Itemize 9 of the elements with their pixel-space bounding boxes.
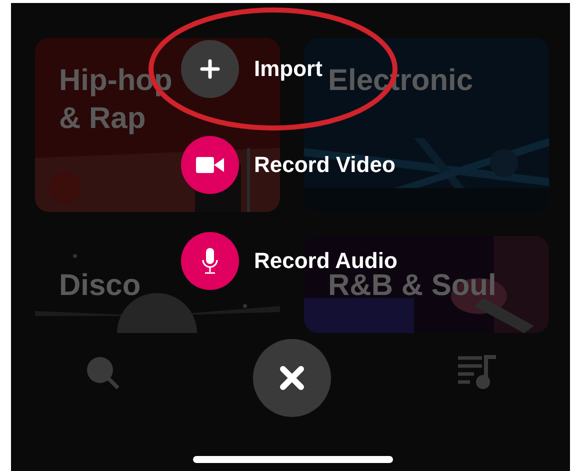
action-label[interactable]: Import: [254, 58, 322, 80]
close-icon: [279, 365, 305, 391]
genre-title: Disco: [59, 272, 141, 300]
microphone-icon: [202, 248, 218, 274]
plus-icon: [200, 59, 220, 79]
action-label[interactable]: Record Video: [254, 154, 396, 176]
video-camera-icon: [196, 155, 224, 175]
genre-title: R&B & Soul: [328, 272, 496, 300]
action-label[interactable]: Record Audio: [254, 250, 398, 272]
